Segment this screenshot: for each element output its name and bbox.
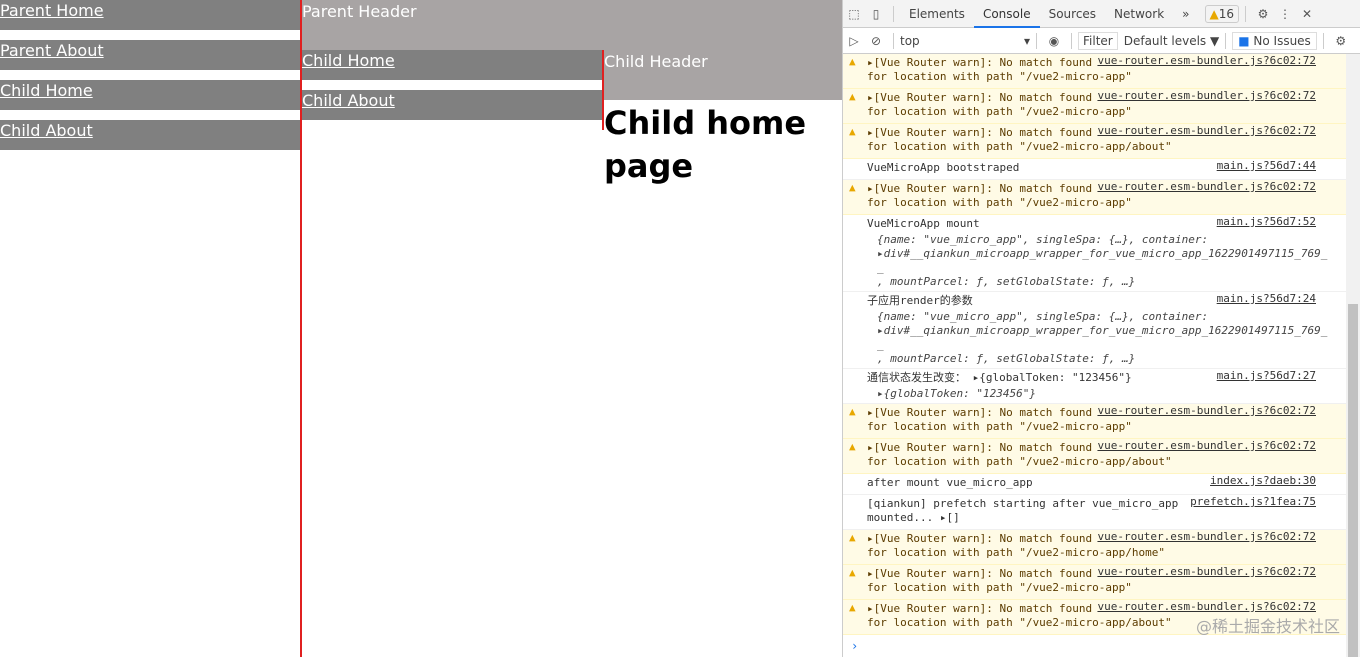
nav-child-about[interactable]: Child About bbox=[0, 120, 300, 150]
console-log[interactable]: index.js?daeb:30 after mount vue_micro_ap… bbox=[843, 474, 1346, 495]
console-prompt[interactable]: › bbox=[843, 635, 1346, 653]
message-text: after mount vue_micro_app bbox=[867, 476, 1033, 489]
source-link[interactable]: vue-router.esm-bundler.js?6c02:72 bbox=[1097, 124, 1346, 138]
child-header: Child Header bbox=[604, 50, 842, 100]
console-log[interactable]: main.js?56d7:27 通信状态发生改变： ▸{globalToken: … bbox=[843, 369, 1346, 404]
warning-icon: ▲ bbox=[849, 405, 856, 418]
device-toggle-icon[interactable]: ▯ bbox=[865, 7, 887, 21]
warning-icon: ▲ bbox=[849, 531, 856, 544]
console-log[interactable]: main.js?56d7:44 VueMicroApp bootstraped bbox=[843, 159, 1346, 180]
child-page-title: Child home page bbox=[604, 104, 807, 185]
object-preview[interactable]: ▸div#__qiankun_microapp_wrapper_for_vue_… bbox=[867, 247, 1346, 261]
nav-parent-home[interactable]: Parent Home bbox=[0, 0, 300, 30]
child-nav-home[interactable]: Child Home bbox=[302, 50, 602, 80]
source-link[interactable]: vue-router.esm-bundler.js?6c02:72 bbox=[1097, 180, 1346, 194]
source-link[interactable]: main.js?56d7:24 bbox=[1217, 292, 1346, 306]
warning-icon: ▲ bbox=[849, 440, 856, 453]
console-warning[interactable]: ▲ vue-router.esm-bundler.js?6c02:72 ▸[Vue … bbox=[843, 439, 1346, 474]
message-text: VueMicroApp mount bbox=[867, 217, 980, 230]
tab-console[interactable]: Console bbox=[973, 0, 1040, 28]
child-content: Child Header Child home page bbox=[602, 50, 842, 185]
source-link[interactable]: vue-router.esm-bundler.js?6c02:72 bbox=[1097, 89, 1346, 103]
console-warning[interactable]: ▲ vue-router.esm-bundler.js?6c02:72 ▸[Vue … bbox=[843, 565, 1346, 600]
message-text: [qiankun] prefetch starting after vue_mi… bbox=[867, 497, 1179, 524]
source-link[interactable]: vue-router.esm-bundler.js?6c02:72 bbox=[1097, 600, 1346, 614]
child-nav-about[interactable]: Child About bbox=[302, 90, 602, 120]
source-link[interactable]: vue-router.esm-bundler.js?6c02:72 bbox=[1097, 565, 1346, 579]
warning-icon: ▲ bbox=[849, 566, 856, 579]
console-warning[interactable]: ▲ vue-router.esm-bundler.js?6c02:72 ▸[Vue … bbox=[843, 404, 1346, 439]
console-warning[interactable]: ▲ vue-router.esm-bundler.js?6c02:72 ▸[Vue … bbox=[843, 530, 1346, 565]
source-link[interactable]: vue-router.esm-bundler.js?6c02:72 bbox=[1097, 439, 1346, 453]
warning-icon: ▲ bbox=[1209, 6, 1219, 21]
source-link[interactable]: vue-router.esm-bundler.js?6c02:72 bbox=[1097, 54, 1346, 68]
levels-dropdown[interactable]: Default levels ▼ bbox=[1124, 34, 1220, 48]
object-preview[interactable]: _ bbox=[867, 261, 1346, 275]
message-text: VueMicroApp bootstraped bbox=[867, 161, 1020, 174]
parent-header: Parent Header bbox=[302, 0, 842, 50]
console-warning[interactable]: ▲ vue-router.esm-bundler.js?6c02:72 ▸[Vue … bbox=[843, 180, 1346, 215]
console-log[interactable]: main.js?56d7:52 VueMicroApp mount {name: "… bbox=[843, 215, 1346, 292]
parent-sidebar: Parent Home Parent About Child Home Chil… bbox=[0, 0, 302, 657]
object-preview[interactable]: {name: "vue_micro_app", singleSpa: {…}, … bbox=[867, 310, 1346, 324]
object-preview[interactable]: , mountParcel: ƒ, setGlobalState: ƒ, …} bbox=[867, 352, 1346, 366]
warning-icon: ▲ bbox=[849, 181, 856, 194]
console-toolbar: ▷ ⊘ top ▾ ◉ Filter Default levels ▼ ■ No … bbox=[843, 28, 1360, 54]
warning-icon: ▲ bbox=[849, 55, 856, 68]
inspect-icon[interactable]: ⬚ bbox=[843, 7, 865, 21]
source-link[interactable]: main.js?56d7:27 bbox=[1217, 369, 1346, 383]
devtools-tabbar: ⬚ ▯ Elements Console Sources Network » ▲… bbox=[843, 0, 1360, 28]
source-link[interactable]: main.js?56d7:44 bbox=[1217, 159, 1346, 173]
object-preview[interactable]: _ bbox=[867, 338, 1346, 352]
watermark: @稀土掘金技术社区 bbox=[1195, 617, 1340, 636]
issues-button[interactable]: ■ No Issues bbox=[1232, 31, 1317, 50]
sidebar-toggle-icon[interactable]: ▷ bbox=[843, 34, 865, 48]
console-log[interactable]: main.js?56d7:24 子应用render的参数 {name: "vue_m… bbox=[843, 292, 1346, 369]
console-messages: ▲ vue-router.esm-bundler.js?6c02:72 ▸[Vue … bbox=[843, 54, 1346, 657]
console-warning[interactable]: ▲ vue-router.esm-bundler.js?6c02:72 ▸[Vue … bbox=[843, 89, 1346, 124]
tab-sources[interactable]: Sources bbox=[1040, 0, 1105, 28]
source-link[interactable]: vue-router.esm-bundler.js?6c02:72 bbox=[1097, 404, 1346, 418]
console-warning[interactable]: ▲ vue-router.esm-bundler.js?6c02:72 ▸[Vue … bbox=[843, 54, 1346, 89]
source-link[interactable]: index.js?daeb:30 bbox=[1210, 474, 1346, 488]
object-preview[interactable]: ▸{globalToken: "123456"} bbox=[867, 387, 1346, 401]
nav-parent-about[interactable]: Parent About bbox=[0, 40, 300, 70]
eye-icon[interactable]: ◉ bbox=[1043, 34, 1065, 48]
close-icon[interactable]: ✕ bbox=[1296, 7, 1318, 21]
devtools-panel: ⬚ ▯ Elements Console Sources Network » ▲… bbox=[842, 0, 1360, 657]
warnings-badge[interactable]: ▲16 bbox=[1204, 4, 1240, 23]
object-preview[interactable]: , mountParcel: ƒ, setGlobalState: ƒ, …} bbox=[867, 275, 1346, 289]
tab-network[interactable]: Network bbox=[1105, 0, 1173, 28]
object-preview[interactable]: ▸div#__qiankun_microapp_wrapper_for_vue_… bbox=[867, 324, 1346, 338]
kebab-menu-icon[interactable]: ⋮ bbox=[1274, 7, 1296, 21]
warning-icon: ▲ bbox=[849, 90, 856, 103]
source-link[interactable]: main.js?56d7:52 bbox=[1217, 215, 1346, 229]
source-link[interactable]: vue-router.esm-bundler.js?6c02:72 bbox=[1097, 530, 1346, 544]
tab-elements[interactable]: Elements bbox=[900, 0, 974, 28]
filter-input[interactable]: Filter bbox=[1078, 31, 1118, 50]
warning-icon: ▲ bbox=[849, 601, 856, 614]
more-tabs-button[interactable]: » bbox=[1173, 0, 1198, 28]
warning-icon: ▲ bbox=[849, 125, 856, 138]
clear-console-icon[interactable]: ⊘ bbox=[865, 34, 887, 48]
message-text: 通信状态发生改变： ▸{globalToken: "123456"} bbox=[867, 371, 1132, 384]
child-nav: Child Home Child About bbox=[302, 50, 602, 130]
scrollbar[interactable] bbox=[1346, 54, 1360, 657]
nav-child-home[interactable]: Child Home bbox=[0, 80, 300, 110]
object-preview[interactable]: {name: "vue_micro_app", singleSpa: {…}, … bbox=[867, 233, 1346, 247]
console-warning[interactable]: ▲ vue-router.esm-bundler.js?6c02:72 ▸[Vue … bbox=[843, 124, 1346, 159]
context-select[interactable]: top ▾ bbox=[900, 34, 1030, 48]
issue-icon: ■ bbox=[1238, 33, 1250, 48]
source-link[interactable]: prefetch.js?1fea:75 bbox=[1190, 495, 1346, 509]
message-text: 子应用render的参数 bbox=[867, 294, 973, 307]
settings-icon[interactable]: ⚙ bbox=[1252, 7, 1274, 21]
console-log[interactable]: prefetch.js?1fea:75 [qiankun] prefetch st… bbox=[843, 495, 1346, 530]
console-settings-icon[interactable]: ⚙ bbox=[1330, 34, 1352, 48]
